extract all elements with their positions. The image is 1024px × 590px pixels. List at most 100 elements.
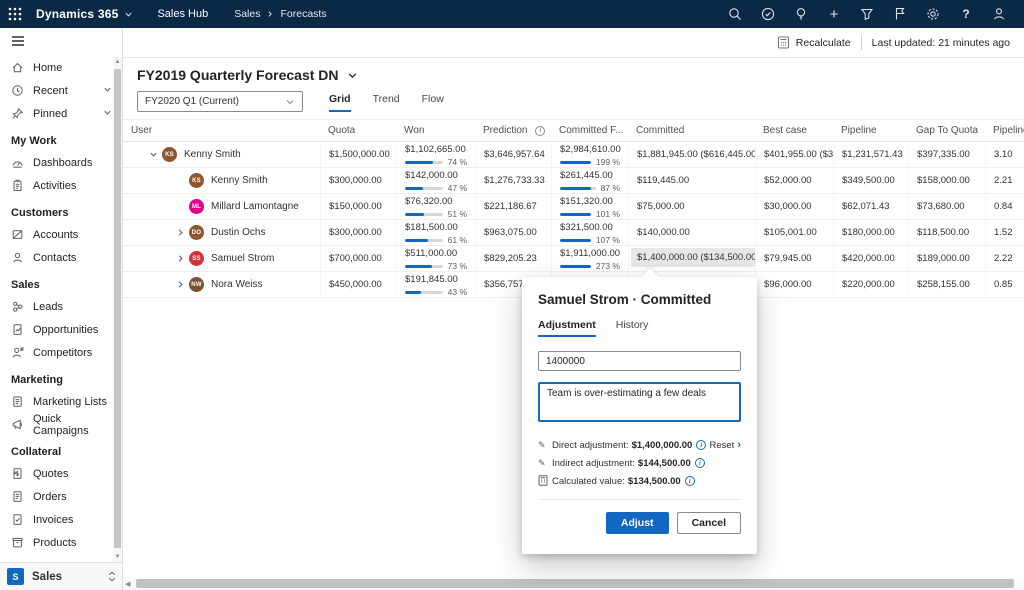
sidebar-item-home[interactable]: Home	[0, 56, 122, 79]
sidebar-item-orders[interactable]: Orders	[0, 485, 122, 508]
sidebar-item-invoices[interactable]: Invoices	[0, 508, 122, 531]
filter-icon[interactable]	[854, 2, 880, 26]
tab-history[interactable]: History	[616, 319, 649, 337]
user-name[interactable]: Samuel Strom	[211, 253, 274, 264]
info-icon[interactable]: i	[695, 458, 705, 468]
check-circle-icon[interactable]	[755, 2, 781, 26]
breadcrumb-sales[interactable]: Sales	[234, 8, 260, 20]
chevron-up-down-icon[interactable]	[108, 571, 116, 582]
user-cell[interactable]: NWNora Weiss	[123, 272, 320, 297]
page-title[interactable]: FY2019 Quarterly Forecast DN	[137, 67, 339, 83]
scroll-up-arrow-icon[interactable]: ▲	[113, 59, 122, 65]
sidebar-item-leads[interactable]: Leads	[0, 295, 122, 318]
area-switcher[interactable]: S Sales	[0, 562, 122, 590]
expand-chevron-icon[interactable]	[174, 253, 186, 265]
collapse-chevron-icon[interactable]	[147, 149, 159, 161]
user-name[interactable]: Dustin Ochs	[211, 227, 265, 238]
sidebar-item-opportunities[interactable]: Opportunities	[0, 318, 122, 341]
info-icon[interactable]: i	[685, 476, 695, 486]
sidebar-item-recent[interactable]: Recent	[0, 79, 122, 102]
forecast-period-dropdown[interactable]: FY2020 Q1 (Current)	[137, 91, 303, 112]
sidebar-item-quick-campaigns[interactable]: Quick Campaigns	[0, 413, 122, 436]
hamburger-menu-icon[interactable]	[0, 28, 122, 54]
grid-row-kenny-smith: KSKenny Smith$1,500,000.00$1,102,665.007…	[123, 142, 1024, 168]
sidebar-item-activities[interactable]: Activities	[0, 174, 122, 197]
cancel-button[interactable]: Cancel	[677, 512, 741, 534]
help-icon[interactable]: ?	[953, 2, 979, 26]
column-header-pipeline[interactable]: Pipeline	[833, 119, 908, 142]
column-header-prediction[interactable]: Predictioni	[475, 119, 551, 142]
user-name[interactable]: Kenny Smith	[211, 175, 268, 186]
recalculate-button[interactable]: Recalculate	[777, 36, 851, 49]
committed-cell-selected[interactable]: $1,400,000.00 ($134,500.00)	[631, 248, 755, 267]
chevron-down-icon[interactable]	[103, 108, 112, 120]
tab-flow[interactable]: Flow	[422, 93, 444, 112]
user-name[interactable]: Kenny Smith	[184, 149, 241, 160]
column-header-gap-to-quota[interactable]: Gap To Quota	[908, 119, 985, 142]
committed-cell[interactable]: $119,445.00	[628, 168, 755, 193]
product-name[interactable]: Dynamics 365	[36, 7, 118, 21]
expand-chevron-icon[interactable]	[174, 227, 186, 239]
app-launcher-waffle-icon[interactable]	[8, 7, 22, 21]
sidebar-item-products[interactable]: Products	[0, 531, 122, 554]
sidebar-item-quotes[interactable]: Quotes	[0, 462, 122, 485]
user-cell[interactable]: DODustin Ochs	[123, 220, 320, 245]
expand-chevron-icon[interactable]	[174, 279, 186, 291]
sidebar-item-contacts[interactable]: Contacts	[0, 246, 122, 269]
column-header-committed[interactable]: Committed	[628, 119, 755, 142]
sidebar-scrollbar-thumb[interactable]	[114, 69, 121, 548]
user-cell[interactable]: KSKenny Smith	[123, 142, 320, 167]
sidebar-item-dashboards[interactable]: Dashboards	[0, 151, 122, 174]
best-case-cell[interactable]: $30,000.00	[755, 194, 833, 219]
info-icon[interactable]: i	[535, 126, 545, 136]
column-header-pipeline[interactable]: Pipeline	[985, 119, 1024, 142]
scroll-left-arrow-icon[interactable]: ◀	[125, 580, 130, 588]
column-header-best-case[interactable]: Best case	[755, 119, 833, 142]
reset-button[interactable]: Reset ›	[710, 440, 742, 451]
committed-cell[interactable]: $75,000.00	[628, 194, 755, 219]
adjustment-amount-input[interactable]	[538, 351, 741, 371]
sidebar-item-accounts[interactable]: Accounts	[0, 223, 122, 246]
column-header-user[interactable]: User	[123, 119, 320, 142]
sidebar-item-competitors[interactable]: Competitors	[0, 341, 122, 364]
sidebar-scrollbar[interactable]: ▲ ▼	[113, 57, 122, 562]
committed-cell[interactable]: $140,000.00	[628, 220, 755, 245]
chevron-down-icon[interactable]	[103, 85, 112, 97]
chevron-down-icon[interactable]	[347, 70, 358, 81]
user-name[interactable]: Nora Weiss	[211, 279, 263, 290]
best-case-cell[interactable]: $401,955.00 ($362,9	[755, 142, 833, 167]
committed-cell[interactable]: $1,881,945.00 ($616,445.00)	[628, 142, 755, 167]
tab-adjustment[interactable]: Adjustment	[538, 319, 596, 337]
horizontal-scrollbar-thumb[interactable]	[136, 579, 1014, 588]
user-cell[interactable]: KSKenny Smith	[123, 168, 320, 193]
add-icon[interactable]: +	[821, 2, 847, 26]
search-icon[interactable]	[722, 2, 748, 26]
sidebar-item-marketing-lists[interactable]: Marketing Lists	[0, 390, 122, 413]
sidebar-item-pinned[interactable]: Pinned	[0, 102, 122, 125]
adjustment-note-textarea[interactable]: Team is over-estimating a few deals	[538, 382, 741, 422]
best-case-cell[interactable]: $79,945.00	[755, 246, 833, 271]
best-case-cell[interactable]: $52,000.00	[755, 168, 833, 193]
forecast-title-row[interactable]: FY2019 Quarterly Forecast DN	[137, 67, 1024, 83]
account-person-icon[interactable]	[986, 2, 1012, 26]
user-name[interactable]: Millard Lamontagne	[211, 201, 299, 212]
tab-trend[interactable]: Trend	[373, 93, 400, 112]
horizontal-scrollbar[interactable]: ◀	[123, 577, 1024, 590]
tab-grid[interactable]: Grid	[329, 93, 351, 112]
app-name[interactable]: Sales Hub	[157, 8, 208, 20]
column-header-quota[interactable]: Quota	[320, 119, 396, 142]
user-cell[interactable]: MLMillard Lamontagne	[123, 194, 320, 219]
info-icon[interactable]: i	[696, 440, 706, 450]
best-case-cell[interactable]: $105,001.00	[755, 220, 833, 245]
column-header-committed-f[interactable]: Committed F...	[551, 119, 628, 142]
adjust-button[interactable]: Adjust	[606, 512, 669, 534]
user-cell[interactable]: SSSamuel Strom	[123, 246, 320, 271]
scroll-down-arrow-icon[interactable]: ▼	[113, 554, 122, 560]
best-case-cell[interactable]: $96,000.00	[755, 272, 833, 297]
flag-icon[interactable]	[887, 2, 913, 26]
settings-gear-icon[interactable]	[920, 2, 946, 26]
lightbulb-icon[interactable]	[788, 2, 814, 26]
breadcrumb-forecasts[interactable]: Forecasts	[280, 8, 326, 20]
column-header-won[interactable]: Won	[396, 119, 475, 142]
committed-cell[interactable]: $1,400,000.00 ($134,500.00)	[628, 246, 755, 271]
